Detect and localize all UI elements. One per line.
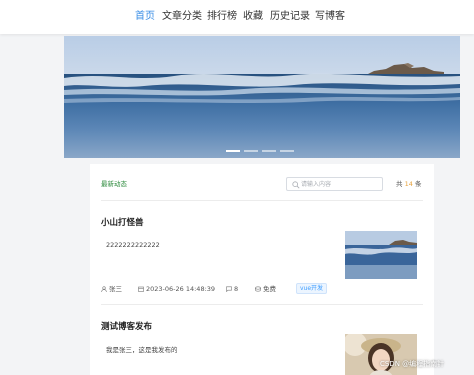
search-icon bbox=[292, 181, 300, 189]
carousel-dot[interactable] bbox=[280, 150, 294, 152]
post-tag[interactable]: vue开发 bbox=[296, 283, 328, 294]
top-navigation: 首页 文章分类 排行榜 收藏 历史记录 写博客 bbox=[0, 0, 474, 34]
search-input[interactable] bbox=[301, 179, 379, 190]
post-author-name: 张三 bbox=[109, 285, 122, 293]
nav-item-home[interactable]: 首页 bbox=[135, 10, 155, 24]
total-prefix: 共 bbox=[396, 180, 403, 188]
total-count: 共 14 条 bbox=[396, 178, 421, 188]
carousel-dot[interactable] bbox=[262, 150, 276, 152]
total-number: 14 bbox=[404, 180, 413, 188]
post-meta: 张三 2023-06-26 14:48:39 8 免费 vue开发 bbox=[101, 283, 341, 294]
nav-item-history[interactable]: 历史记录 bbox=[270, 10, 310, 24]
coin-icon bbox=[255, 286, 261, 292]
nav-item-favorites[interactable]: 收藏 bbox=[243, 10, 263, 24]
post-thumbnail[interactable] bbox=[345, 231, 417, 279]
post-title[interactable]: 小山打怪兽 bbox=[101, 216, 144, 228]
post-thumbnail-image bbox=[345, 231, 417, 279]
post-datetime: 2023-06-26 14:48:39 bbox=[146, 285, 216, 293]
section-title: 最新动态 bbox=[101, 180, 127, 188]
nav-item-write-blog[interactable]: 写博客 bbox=[315, 10, 345, 24]
carousel-indicators bbox=[64, 148, 460, 154]
nav-item-categories[interactable]: 文章分类 bbox=[162, 10, 202, 24]
post-price-label: 免费 bbox=[263, 285, 276, 293]
post-excerpt: 我是张三，这是我发布的 bbox=[106, 346, 178, 354]
nav-item-ranking[interactable]: 排行榜 bbox=[207, 10, 237, 24]
divider bbox=[101, 200, 423, 201]
post-comment-count: 8 bbox=[234, 285, 239, 293]
calendar-icon bbox=[138, 286, 144, 292]
banner-carousel[interactable] bbox=[64, 36, 460, 158]
total-suffix: 条 bbox=[414, 180, 422, 188]
user-icon bbox=[101, 286, 107, 292]
article-feed: 最新动态 共 14 条 小山打怪兽 2222222222222 张三 bbox=[90, 164, 434, 375]
search-box[interactable] bbox=[286, 177, 383, 191]
comment-icon bbox=[226, 286, 232, 292]
post-excerpt: 2222222222222 bbox=[106, 241, 160, 249]
banner-waves bbox=[64, 73, 460, 103]
divider bbox=[101, 304, 423, 305]
carousel-dot[interactable] bbox=[244, 150, 258, 152]
watermark: CSDN @编程指南针 bbox=[380, 360, 445, 368]
carousel-dot[interactable] bbox=[226, 150, 240, 152]
post-title[interactable]: 测试博客发布 bbox=[101, 320, 152, 332]
